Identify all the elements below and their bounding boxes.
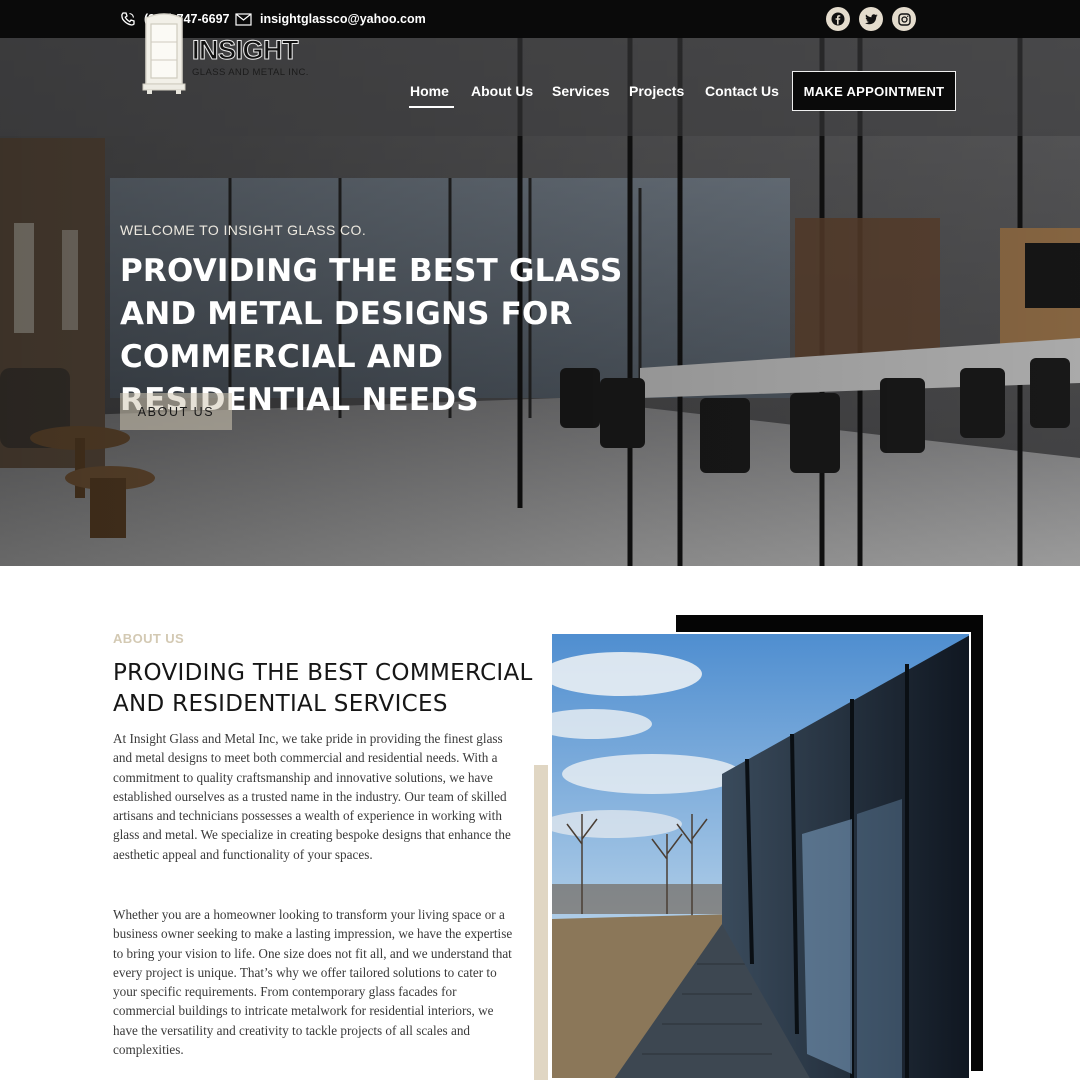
phone-icon	[121, 12, 135, 26]
glass-facade-photo	[550, 632, 971, 1080]
instagram-icon[interactable]	[892, 7, 916, 31]
about-us-button[interactable]: ABOUT US	[120, 393, 232, 430]
nav-home[interactable]: Home	[409, 81, 454, 108]
hero-eyebrow: WELCOME TO INSIGHT GLASS CO.	[120, 222, 367, 238]
nav-contact-us[interactable]: Contact Us	[705, 81, 779, 101]
logo[interactable]: INSIGHT GLASS AND METAL INC.	[140, 12, 340, 98]
section-label: ABOUT US	[113, 631, 185, 646]
decorative-frame-tan	[534, 765, 548, 1080]
nav-about-us[interactable]: About Us	[471, 81, 533, 101]
about-paragraph-1: At Insight Glass and Metal Inc, we take …	[113, 731, 511, 862]
logo-tagline: GLASS AND METAL INC.	[192, 67, 309, 78]
cabinet-logo-icon	[142, 13, 186, 94]
nav-services[interactable]: Services	[552, 81, 610, 101]
twitter-icon[interactable]	[859, 7, 883, 31]
section-title: PROVIDING THE BEST COMMERCIAL AND RESIDE…	[113, 660, 533, 717]
nav-projects[interactable]: Projects	[629, 81, 684, 101]
social-links	[826, 7, 916, 31]
facebook-icon[interactable]	[826, 7, 850, 31]
about-paragraph-2: Whether you are a homeowner looking to t…	[113, 907, 513, 1058]
logo-wordmark: INSIGHT	[191, 35, 299, 66]
make-appointment-button[interactable]: MAKE APPOINTMENT	[792, 71, 956, 111]
